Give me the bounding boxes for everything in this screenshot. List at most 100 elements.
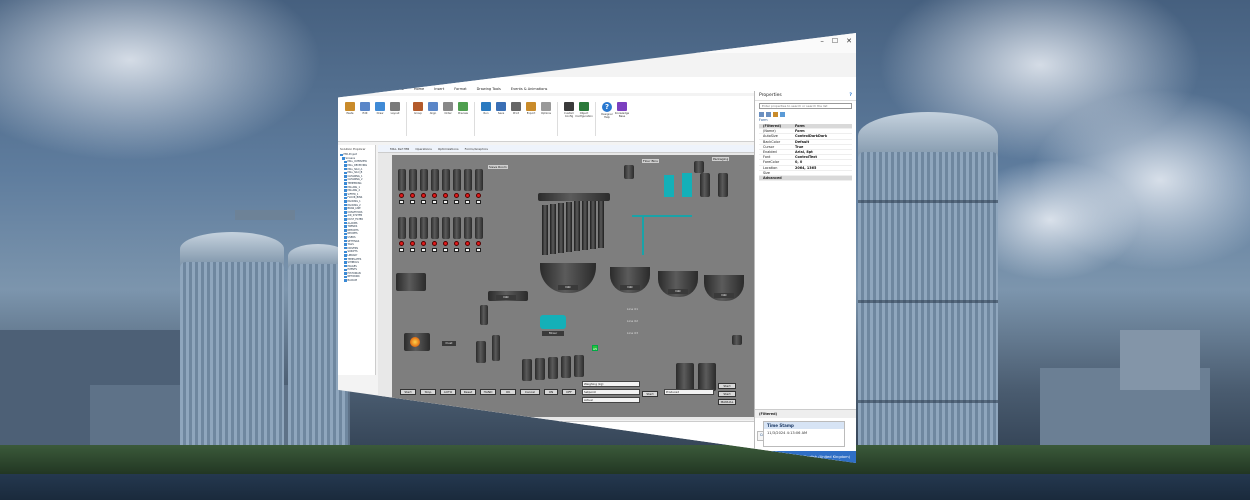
motor-icon[interactable] (476, 241, 481, 246)
hand-button[interactable]: HAND (480, 389, 496, 395)
off-button[interactable]: OFF (562, 389, 576, 395)
valve-icon[interactable] (465, 200, 470, 204)
valve-icon[interactable] (465, 248, 470, 252)
ribbon-button-8[interactable]: Preview (457, 102, 469, 115)
motor-icon[interactable] (432, 193, 437, 198)
valve-icon[interactable] (454, 248, 459, 252)
ribbon-button-3[interactable]: Draw (374, 102, 386, 115)
filter-icon[interactable] (780, 112, 785, 117)
ribbon-button-14[interactable]: Custom Config (563, 102, 575, 118)
motor-icon[interactable] (465, 241, 470, 246)
valve-icon[interactable] (443, 248, 448, 252)
valve-icon[interactable] (410, 200, 415, 204)
doc-tab-operations[interactable]: Operations (415, 147, 432, 151)
tab-events[interactable]: Events & Animations (511, 87, 547, 91)
motor-icon[interactable] (399, 193, 404, 198)
pack-silo (548, 357, 558, 379)
minimize-button[interactable]: – (820, 37, 824, 45)
tab-insert[interactable]: Insert (434, 87, 444, 91)
ok-button[interactable]: OK (500, 389, 516, 395)
manual-button[interactable]: MANUAL (718, 399, 736, 405)
ribbon-button-7[interactable]: Order (442, 102, 454, 115)
property-value[interactable]: Arial, 8pt (795, 150, 852, 154)
silo-roof (180, 232, 284, 266)
property-value[interactable]: ControlDarkDark (795, 134, 852, 138)
start-line-button[interactable]: Start (642, 391, 658, 397)
help-icon[interactable]: ? (849, 93, 852, 98)
motor-icon[interactable] (454, 241, 459, 246)
motor-icon[interactable] (410, 241, 415, 246)
valve-icon[interactable] (476, 248, 481, 252)
close-button[interactable]: ✕ (846, 37, 852, 45)
ribbon-button-2[interactable]: Edit (359, 102, 371, 115)
stop-button[interactable]: Stop (420, 389, 436, 395)
property-value[interactable]: Form (795, 129, 852, 133)
maximize-button[interactable]: ☐ (832, 37, 838, 45)
cancel-button[interactable]: Cancel (520, 389, 540, 395)
property-name: Size (763, 170, 770, 175)
valve-icon[interactable] (443, 200, 448, 204)
motor-icon[interactable] (465, 193, 470, 198)
valve-icon[interactable] (476, 200, 481, 204)
property-value[interactable]: Form (795, 124, 852, 128)
motor-icon[interactable] (443, 193, 448, 198)
property-value[interactable]: True (795, 145, 852, 149)
alphabetical-icon[interactable] (766, 112, 771, 117)
motor-icon[interactable] (421, 193, 426, 198)
doc-tab-mill[interactable]: MILL Ref HMI (390, 147, 409, 151)
tab-format[interactable]: Format (454, 87, 466, 91)
ribbon-button-11[interactable]: Print (510, 102, 522, 115)
tree-item[interactable]: BACKUP (340, 279, 373, 283)
ribbon-button-17[interactable]: Knowledge Base (615, 102, 629, 118)
ribbon-button-10[interactable]: Save (495, 102, 507, 115)
ribbon-button-13[interactable]: Options (540, 102, 552, 115)
ribbon-button-1[interactable]: Paste (344, 102, 356, 115)
properties-footer: (Filtered) (755, 409, 856, 418)
valve-icon[interactable] (454, 200, 459, 204)
motor-icon[interactable] (454, 193, 459, 198)
motor-icon[interactable] (443, 241, 448, 246)
start-button[interactable]: Start (400, 389, 416, 395)
tab-drawing-tools[interactable]: Drawing Tools (477, 87, 501, 91)
valve-icon[interactable] (432, 200, 437, 204)
start-bag-button[interactable]: Start (718, 391, 736, 397)
doc-tab-optimizations[interactable]: Optimizations (438, 147, 459, 151)
motor-icon[interactable] (421, 241, 426, 246)
property-value[interactable]: ControlText (795, 155, 852, 159)
valve-icon[interactable] (432, 248, 437, 252)
ribbon-button-15[interactable]: Object Configuration (575, 102, 593, 118)
ribbon-button-9[interactable]: Run (480, 102, 492, 115)
ribbon-button-16[interactable]: ? Designer Help (601, 102, 613, 119)
hmi-canvas[interactable]: Sieve Room Flour Bins Packaging Nät Nät (392, 155, 754, 417)
motor-icon[interactable] (476, 193, 481, 198)
on-button[interactable]: ON (544, 389, 558, 395)
ribbon-button-5[interactable]: Group (412, 102, 424, 115)
start-pack-button[interactable]: Start (718, 383, 736, 389)
valve-icon[interactable] (410, 248, 415, 252)
valve-icon[interactable] (421, 248, 426, 252)
property-value[interactable]: 2064, 1365 (795, 166, 852, 170)
property-value[interactable]: Default (795, 140, 852, 144)
categorized-icon[interactable] (759, 112, 764, 117)
property-category[interactable]: Advanced (759, 175, 852, 182)
auto-button[interactable]: AUTO (440, 389, 456, 395)
hmi-header-sieve: Sieve Room (488, 165, 508, 169)
properties-search[interactable]: Enter properties to search or search the… (759, 103, 852, 109)
valve-icon[interactable] (399, 200, 404, 204)
valve-icon[interactable] (399, 248, 404, 252)
doc-tab-forms[interactable]: Forms/Graphics (465, 147, 488, 151)
ribbon-button-label: Order (444, 112, 452, 115)
property-value[interactable]: 0, 0 (795, 160, 852, 164)
ribbon-button-4[interactable]: Layout (389, 102, 401, 115)
properties-tab[interactable]: Form (755, 118, 856, 122)
motor-icon[interactable] (410, 193, 415, 198)
reset-button[interactable]: Reset (460, 389, 476, 395)
ribbon-button-12[interactable]: Export (525, 102, 537, 115)
ribbon-button-6[interactable]: Align (427, 102, 439, 115)
motor-icon[interactable] (399, 241, 404, 246)
cloud (0, 0, 320, 160)
events-icon[interactable] (773, 112, 778, 117)
app-window[interactable]: HMIDesigner - [HTS-MTRL DCS-HMI] / MILL … (338, 33, 856, 463)
valve-icon[interactable] (421, 200, 426, 204)
motor-icon[interactable] (432, 241, 437, 246)
